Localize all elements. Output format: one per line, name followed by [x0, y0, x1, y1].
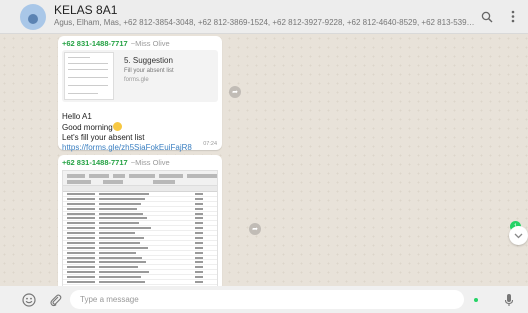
message-time: 07:24 [203, 141, 217, 147]
chat-header[interactable]: KELAS 8A1 Agus, Elham, Mas, +62 812-3854… [0, 0, 528, 34]
avatar-person-icon [28, 13, 38, 24]
status-dot [474, 297, 478, 302]
message-bubble[interactable]: +62 831-1488-7717 ~Miss Olive [58, 155, 222, 286]
group-avatar[interactable] [20, 3, 46, 30]
message-composer [0, 286, 528, 313]
message-input[interactable] [70, 290, 464, 309]
message-sender[interactable]: +62 831-1488-7717 ~Miss Olive [62, 158, 218, 167]
sender-number[interactable]: +62 831-1488-7717 [62, 39, 128, 48]
sheet-toolbar [63, 171, 217, 186]
message-bubble[interactable]: +62 831-1488-7717 ~Miss Olive 5. Suggesti… [58, 36, 222, 153]
link-preview[interactable]: 5. Suggestion Fill your absent list form… [62, 50, 218, 102]
link-preview-thumbnail [64, 52, 114, 100]
chat-info[interactable]: KELAS 8A1 Agus, Elham, Mas, +62 812-3854… [54, 4, 476, 29]
sender-push-name: ~Miss Olive [130, 158, 170, 167]
message-line: Good morning [62, 123, 113, 132]
mic-icon[interactable] [500, 291, 518, 309]
emoji-icon[interactable] [20, 291, 38, 309]
menu-icon[interactable] [502, 6, 524, 28]
spreadsheet-image[interactable] [62, 170, 218, 286]
message-sender[interactable]: +62 831-1488-7717 ~Miss Olive [62, 39, 218, 48]
message-line: Let's fill your absent list [62, 133, 145, 142]
message-text: Hello A1 Good morning Let's fill your ab… [62, 112, 218, 143]
link-preview-site: forms.gle [124, 77, 149, 83]
link-preview-title: 5. Suggestion [124, 56, 173, 65]
chat-participants: Agus, Elham, Mas, +62 812-3854-3048, +62… [54, 18, 476, 27]
message-line: Hello A1 [62, 112, 92, 121]
emoji [112, 122, 122, 131]
message-link[interactable]: https://forms.gle/zh5SiaFokEuiFajR8 [62, 143, 218, 153]
sender-push-name: ~Miss Olive [130, 39, 170, 48]
scroll-down-button[interactable] [509, 226, 528, 245]
chat-title: KELAS 8A1 [54, 3, 118, 17]
attach-icon[interactable] [46, 291, 64, 309]
sender-number[interactable]: +62 831-1488-7717 [62, 158, 128, 167]
forward-icon[interactable]: ➦ [249, 223, 261, 235]
chat-area[interactable]: +62 831-1488-7717 ~Miss Olive 5. Suggesti… [0, 34, 528, 286]
search-icon[interactable] [476, 6, 498, 28]
forward-icon[interactable]: ➦ [229, 86, 241, 98]
link-preview-description: Fill your absent list [124, 68, 174, 74]
